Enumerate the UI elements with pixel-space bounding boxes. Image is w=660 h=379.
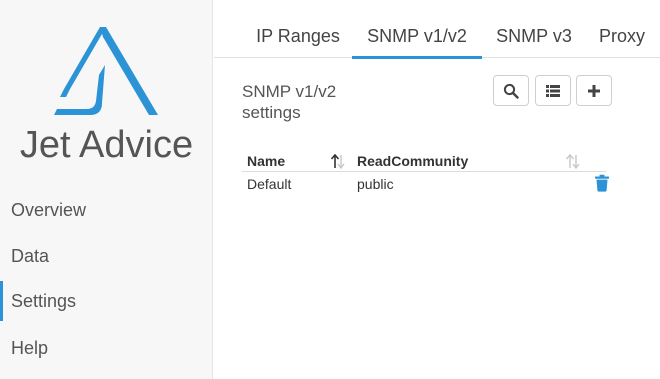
brand-name: Jet Advice: [19, 124, 194, 166]
main-panel: IP Ranges SNMP v1/v2 SNMP v3 Proxy SNMP …: [214, 0, 660, 379]
add-button[interactable]: [576, 75, 612, 106]
search-button[interactable]: [493, 75, 529, 106]
plus-icon: [588, 84, 600, 97]
column-header-name[interactable]: Name: [247, 151, 285, 171]
tab-bar: IP Ranges SNMP v1/v2 SNMP v3 Proxy: [214, 0, 660, 59]
tab-ip-ranges[interactable]: IP Ranges: [242, 0, 354, 58]
sidebar: Jet Advice Overview Data Settings Help: [0, 0, 213, 379]
sidebar-item-help[interactable]: Help: [0, 328, 213, 368]
column-view-button[interactable]: [535, 75, 571, 106]
table-cell-name: Default: [247, 176, 292, 192]
list-icon: [546, 84, 560, 97]
search-icon: [503, 83, 519, 99]
table-cell-read-community: public: [357, 176, 394, 192]
jet-advice-logo-icon: [54, 27, 158, 115]
table-header-divider: [242, 171, 606, 172]
tab-proxy[interactable]: Proxy: [594, 0, 650, 58]
sort-ascending-icon[interactable]: [330, 152, 346, 170]
column-header-read-community[interactable]: ReadCommunity: [357, 151, 468, 171]
tab-snmp-v3[interactable]: SNMP v3: [488, 0, 580, 58]
section-title: SNMP v1/v2 settings: [242, 82, 337, 122]
tab-snmp-v1-v2[interactable]: SNMP v1/v2: [352, 0, 482, 59]
sidebar-item-data[interactable]: Data: [0, 236, 213, 276]
sidebar-item-overview[interactable]: Overview: [0, 190, 213, 230]
sort-icon[interactable]: [565, 152, 581, 170]
trash-icon[interactable]: [594, 174, 610, 192]
sidebar-item-settings[interactable]: Settings: [0, 281, 213, 321]
